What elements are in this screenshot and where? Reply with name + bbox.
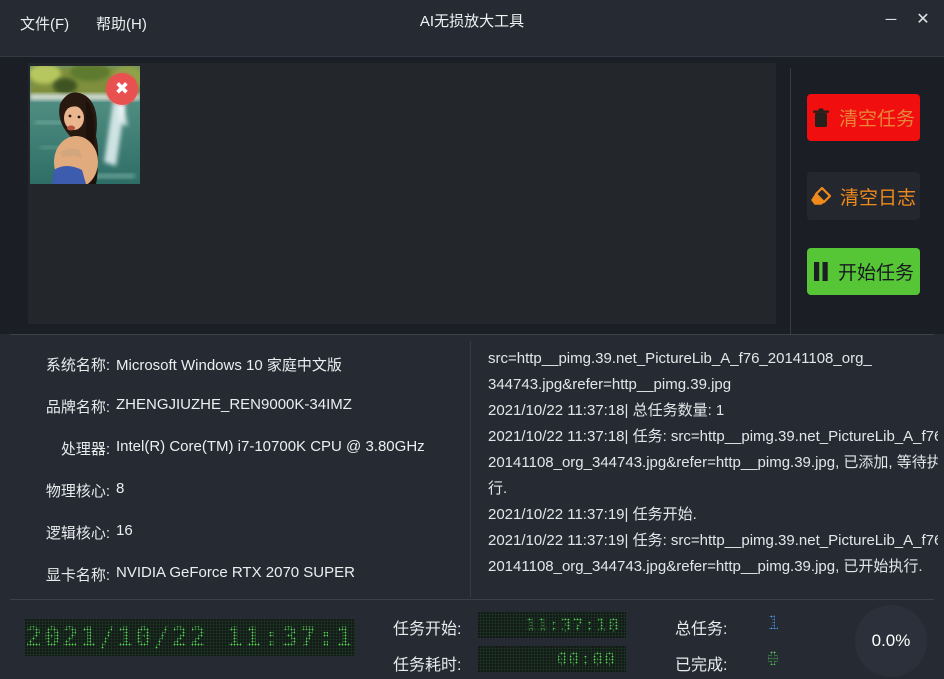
minimize-button[interactable]: ─: [876, 4, 906, 34]
progress-value: 0.0%: [872, 631, 911, 651]
led-task-start: 11:37:18: [478, 612, 626, 638]
pause-icon: [813, 262, 829, 281]
sysinfo-value-os: Microsoft Windows 10 家庭中文版: [116, 354, 342, 375]
log-line: 2021/10/22 11:37:18| 总任务数量: 1: [488, 398, 938, 424]
window-title: AI无损放大工具: [0, 10, 944, 31]
clear-log-button[interactable]: 清空日志: [807, 172, 920, 220]
info-log-divider: [470, 341, 471, 597]
sysinfo-value-physical-cores: 8: [116, 480, 124, 497]
log-output[interactable]: src=http__pimg.39.net_PictureLib_A_f76_2…: [488, 346, 938, 594]
sysinfo-label-gpu: 显卡名称:: [0, 564, 110, 585]
led-elapsed-value: 00:00: [557, 649, 616, 670]
sysinfo-label-cpu: 处理器:: [0, 438, 110, 459]
log-line: 2021/10/22 11:37:19| 任务开始.: [488, 502, 938, 528]
status-bar: 2021/10/22 11:37:1 任务开始: 11:37:18 任务耗时: …: [0, 600, 944, 679]
task-list-panel: ✖: [28, 63, 776, 324]
sysinfo-label-os: 系统名称:: [0, 354, 110, 375]
log-line: 344743.jpg&refer=http__pimg.39.jpg: [488, 372, 938, 398]
close-button[interactable]: ✕: [908, 4, 938, 34]
trash-icon: [812, 108, 830, 128]
completed-tasks-value: 0: [758, 648, 788, 670]
sysinfo-label-logical-cores: 逻辑核心:: [0, 522, 110, 543]
sysinfo-value-brand: ZHENGJIUZHE_REN9000K-34IMZ: [116, 396, 352, 413]
sysinfo-label-physical-cores: 物理核心:: [0, 480, 110, 501]
led-elapsed: 00:00: [478, 646, 626, 672]
task-queue-region: ✖: [0, 56, 944, 334]
eraser-icon: [811, 187, 831, 206]
led-task-start-value: 11:37:18: [525, 615, 620, 636]
log-line: 2021/10/22 11:37:19| 任务: src=http__pimg.…: [488, 528, 938, 554]
sysinfo-value-logical-cores: 16: [116, 522, 133, 539]
sysinfo-label-brand: 品牌名称:: [0, 396, 110, 417]
completed-tasks-label: 已完成:: [675, 651, 727, 675]
elapsed-label: 任务耗时:: [393, 651, 461, 675]
task-thumbnail[interactable]: ✖: [30, 66, 140, 184]
log-line: 2021/10/22 11:37:18| 任务: src=http__pimg.…: [488, 424, 938, 450]
log-line: 20141108_org_344743.jpg&refer=http__pimg…: [488, 554, 938, 580]
minimize-icon: ─: [886, 11, 897, 28]
log-line: 行.: [488, 476, 938, 502]
remove-task-icon: ✖: [115, 79, 129, 99]
task-start-label: 任务开始:: [393, 615, 461, 639]
total-tasks-label: 总任务:: [675, 615, 727, 639]
clear-log-label: 清空日志: [840, 183, 916, 210]
info-log-region: 系统名称: Microsoft Windows 10 家庭中文版 品牌名称: Z…: [0, 335, 944, 599]
start-task-label: 开始任务: [838, 258, 914, 285]
clear-tasks-label: 清空任务: [839, 104, 915, 131]
remove-task-button[interactable]: ✖: [106, 73, 138, 105]
total-tasks-value: 1: [758, 612, 788, 634]
log-line: 20141108_org_344743.jpg&refer=http__pimg…: [488, 450, 938, 476]
log-line: src=http__pimg.39.net_PictureLib_A_f76_2…: [488, 346, 938, 372]
sysinfo-value-gpu: NVIDIA GeForce RTX 2070 SUPER: [116, 564, 355, 581]
progress-indicator: 0.0%: [855, 605, 927, 677]
title-bar: 文件(F) 帮助(H) AI无损放大工具 ─ ✕: [0, 0, 944, 56]
led-clock: 2021/10/22 11:37:1: [25, 619, 355, 656]
sysinfo-value-cpu: Intel(R) Core(TM) i7-10700K CPU @ 3.80GH…: [116, 438, 425, 455]
start-task-button[interactable]: 开始任务: [807, 248, 920, 295]
close-icon: ✕: [916, 9, 929, 29]
led-clock-value: 2021/10/22 11:37:1: [26, 622, 355, 653]
clear-tasks-button[interactable]: 清空任务: [807, 94, 920, 141]
